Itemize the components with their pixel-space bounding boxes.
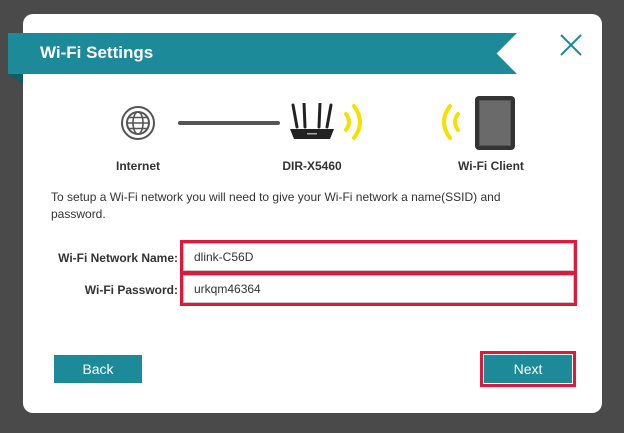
wifi-signal-icon bbox=[344, 104, 362, 140]
password-highlight bbox=[180, 272, 577, 306]
router-label: DIR-X5460 bbox=[282, 159, 342, 173]
globe-icon bbox=[121, 106, 155, 140]
setup-instructions: To setup a Wi-Fi network you will need t… bbox=[51, 190, 501, 221]
tablet-icon bbox=[475, 96, 515, 150]
back-button[interactable]: Back bbox=[54, 355, 142, 383]
password-input[interactable] bbox=[183, 275, 574, 303]
title-banner-fold bbox=[8, 74, 23, 84]
network-name-label: Wi-Fi Network Name: bbox=[58, 251, 178, 265]
network-name-highlight bbox=[180, 240, 577, 274]
password-label: Wi-Fi Password: bbox=[84, 283, 178, 297]
next-button-highlight: Next bbox=[480, 351, 576, 387]
close-icon[interactable] bbox=[558, 32, 584, 58]
internet-label: Internet bbox=[115, 159, 160, 173]
next-button[interactable]: Next bbox=[484, 355, 572, 383]
connection-line bbox=[178, 121, 280, 125]
client-label: Wi-Fi Client bbox=[458, 159, 524, 173]
wifi-signal-client-icon bbox=[442, 104, 460, 140]
router-icon bbox=[290, 103, 334, 139]
network-name-input[interactable] bbox=[183, 243, 574, 271]
dialog-title: Wi-Fi Settings bbox=[40, 43, 154, 62]
